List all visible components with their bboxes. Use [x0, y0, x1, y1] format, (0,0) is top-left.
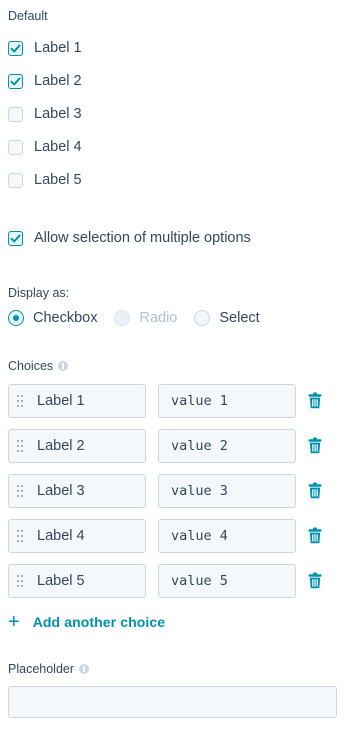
choice-label-field[interactable]: Label 5 [8, 564, 146, 598]
choice-label-text: Label 3 [37, 483, 85, 499]
default-option-5-checkbox[interactable] [8, 172, 23, 188]
default-option-3[interactable]: Label 3 [8, 104, 82, 124]
radio-label: Checkbox [33, 310, 98, 326]
choices-label-row: Choices [8, 359, 69, 373]
allow-multiple-label: Allow selection of multiple options [34, 230, 251, 246]
choice-row: Label 3 value 3 [8, 474, 338, 508]
default-option-label: Label 2 [34, 73, 82, 89]
display-as-label: Display as: [8, 286, 70, 300]
trash-icon[interactable] [308, 482, 322, 499]
display-as-checkbox-option[interactable]: Checkbox [8, 310, 97, 326]
choice-label-field[interactable]: Label 1 [8, 384, 146, 418]
choice-row: Label 4 value 4 [8, 519, 338, 553]
add-choice-label: Add another choice [32, 614, 166, 630]
default-label: Default [8, 9, 48, 23]
choice-label-field[interactable]: Label 4 [8, 519, 146, 553]
choice-label-text: Label 4 [37, 528, 85, 544]
drag-handle-icon[interactable] [17, 485, 23, 497]
choice-value-field[interactable]: value 4 [158, 519, 296, 553]
radio-label: Radio [139, 310, 178, 326]
default-option-2-checkbox[interactable] [8, 73, 23, 89]
default-option-1[interactable]: Label 1 [8, 38, 82, 58]
choice-label-text: Label 5 [37, 573, 85, 589]
choice-label-text: Label 1 [37, 393, 85, 409]
allow-multiple-checkbox[interactable] [8, 230, 23, 246]
plus-icon: + [8, 611, 20, 633]
choice-row: Label 2 value 2 [8, 429, 338, 463]
info-icon[interactable] [58, 360, 69, 371]
display-as-select-option[interactable]: Select [194, 310, 260, 326]
placeholder-label: Placeholder [8, 662, 75, 676]
radio-disabled-icon [114, 310, 131, 326]
choice-label-text: Label 2 [37, 438, 85, 454]
choice-value-field[interactable]: value 5 [158, 564, 296, 598]
default-option-label: Label 4 [34, 139, 82, 155]
radio-label: Select [219, 310, 260, 326]
default-option-4[interactable]: Label 4 [8, 137, 82, 157]
choice-label-field[interactable]: Label 3 [8, 474, 146, 508]
checkmark-icon [10, 44, 21, 52]
trash-icon[interactable] [308, 437, 322, 454]
radio-unselected-icon[interactable] [194, 310, 211, 326]
add-choice-button[interactable]: + Add another choice [8, 612, 165, 632]
default-option-label: Label 1 [34, 40, 82, 56]
radio-selected-icon[interactable] [8, 310, 24, 326]
drag-handle-icon[interactable] [17, 395, 23, 407]
drag-handle-icon[interactable] [17, 440, 23, 452]
choice-value-field[interactable]: value 1 [158, 384, 296, 418]
choice-label-field[interactable]: Label 2 [8, 429, 146, 463]
choice-row: Label 1 value 1 [8, 384, 338, 418]
display-as-radio-group: Checkbox Radio Select [8, 307, 277, 329]
choice-value-field[interactable]: value 2 [158, 429, 296, 463]
trash-icon[interactable] [308, 572, 322, 589]
placeholder-label-row: Placeholder [8, 662, 90, 676]
info-icon[interactable] [79, 663, 90, 674]
checkmark-icon [10, 234, 21, 242]
default-option-1-checkbox[interactable] [8, 40, 23, 56]
choice-row: Label 5 value 5 [8, 564, 338, 598]
choices-label: Choices [8, 359, 54, 373]
placeholder-input[interactable] [8, 686, 337, 718]
default-option-label: Label 5 [34, 172, 82, 188]
drag-handle-icon[interactable] [17, 530, 23, 542]
trash-icon[interactable] [308, 527, 322, 544]
default-option-3-checkbox[interactable] [8, 106, 23, 122]
default-option-5[interactable]: Label 5 [8, 170, 82, 190]
display-as-radio-option: Radio [114, 310, 177, 326]
default-option-label: Label 3 [34, 106, 82, 122]
drag-handle-icon[interactable] [17, 575, 23, 587]
allow-multiple-option[interactable]: Allow selection of multiple options [8, 228, 251, 248]
default-option-4-checkbox[interactable] [8, 139, 23, 155]
choice-value-field[interactable]: value 3 [158, 474, 296, 508]
default-option-2[interactable]: Label 2 [8, 71, 82, 91]
trash-icon[interactable] [308, 392, 322, 409]
checkmark-icon [10, 77, 21, 85]
